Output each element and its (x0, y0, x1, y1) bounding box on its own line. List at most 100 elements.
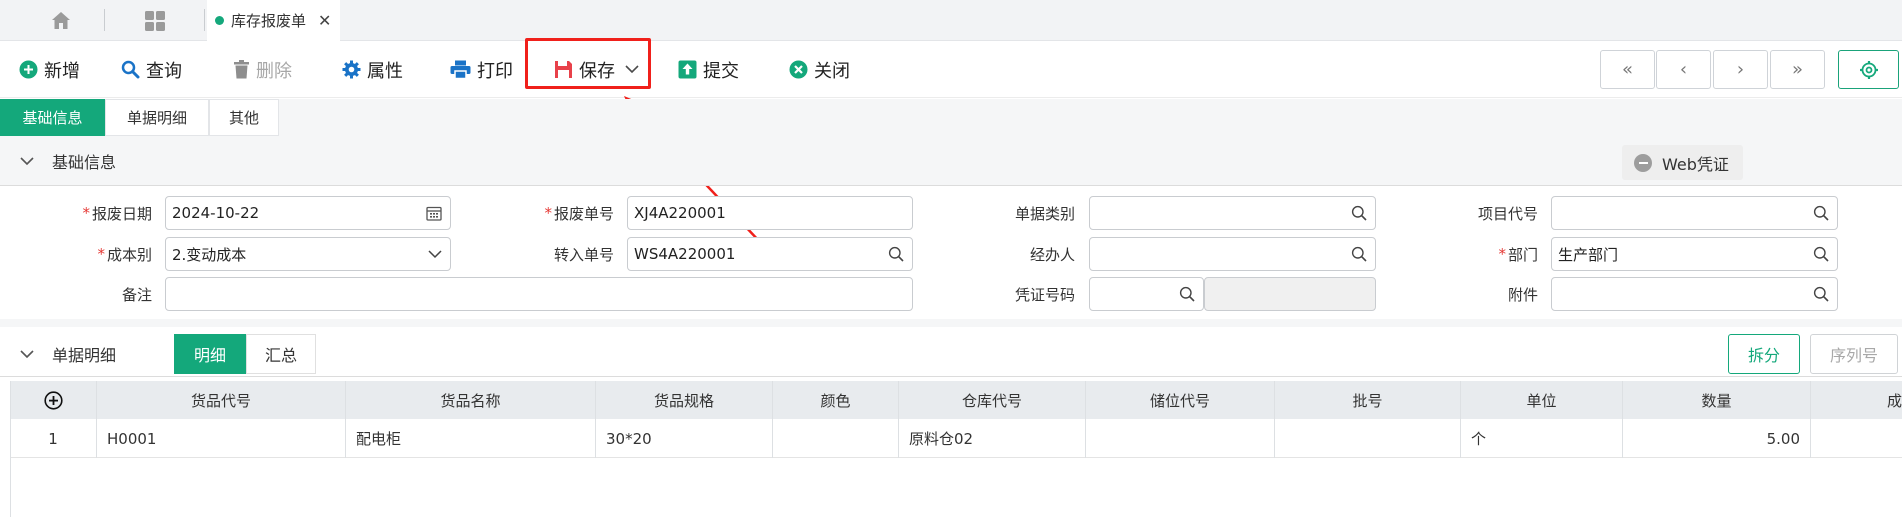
search-icon[interactable] (1179, 286, 1195, 302)
tab-scrap-document[interactable]: 库存报废单 ✕ (207, 0, 340, 41)
attachment-field[interactable] (1551, 277, 1838, 311)
tab-basic-info-label: 基础信息 (22, 109, 83, 127)
tab-document-detail[interactable]: 单据明细 (105, 99, 209, 136)
required-asterisk: * (1498, 245, 1506, 263)
cost-type-select[interactable]: 2.变动成本 (165, 237, 451, 271)
plus-circle-icon (43, 390, 63, 410)
scrap-no-label-text: 报废单号 (553, 204, 614, 223)
close-button[interactable]: 关闭 (789, 41, 850, 98)
project-code-field[interactable] (1551, 196, 1838, 230)
dashboard-tab[interactable] (107, 0, 202, 41)
cost-type-label: * 成本别 (40, 237, 152, 271)
delete-button[interactable]: 删除 (233, 41, 292, 98)
tab-detail-view[interactable]: 明细 (174, 334, 246, 374)
settings-button[interactable] (1838, 50, 1899, 89)
add-row-button[interactable] (10, 381, 97, 419)
summary-view-label: 汇总 (264, 346, 297, 365)
window-tab-strip: 库存报废单 ✕ (0, 0, 1902, 41)
column-header[interactable]: 单位 (1461, 381, 1623, 419)
submit-label: 提交 (703, 60, 739, 82)
search-icon[interactable] (1351, 205, 1367, 221)
home-icon (52, 12, 70, 29)
cell-item-code[interactable]: H0001 (97, 419, 346, 458)
column-header[interactable]: 数量 (1623, 381, 1811, 419)
scrap-no-field[interactable]: XJ4A220001 (627, 196, 913, 230)
active-dot-icon (215, 16, 224, 25)
add-button[interactable]: 新增 (19, 41, 80, 98)
transfer-no-value: WS4A220001 (634, 245, 736, 263)
cell-unit[interactable]: 个 (1461, 419, 1623, 458)
scrap-no-value: XJ4A220001 (634, 204, 726, 222)
dept-field[interactable]: 生产部门 (1551, 237, 1838, 271)
required-asterisk: * (544, 204, 552, 222)
cell-location-code[interactable] (1086, 419, 1275, 458)
serial-number-label: 序列号 (1829, 346, 1878, 365)
attachment-label-text: 附件 (1507, 285, 1538, 304)
handler-field[interactable] (1089, 237, 1376, 271)
chevron-down-icon[interactable] (428, 250, 442, 259)
project-code-label-text: 项目代号 (1477, 204, 1538, 223)
properties-button[interactable]: 属性 (342, 41, 403, 98)
search-icon[interactable] (1813, 286, 1829, 302)
next-record-button[interactable]: › (1713, 50, 1768, 89)
upload-icon (678, 60, 697, 79)
cell-warehouse-code[interactable]: 原料仓02 (899, 419, 1086, 458)
column-header[interactable]: 货品代号 (97, 381, 346, 419)
handler-label: 经办人 (960, 237, 1075, 271)
close-icon[interactable]: ✕ (318, 11, 331, 30)
voucher-readonly-field (1204, 277, 1376, 311)
cell-item-name[interactable]: 配电柜 (346, 419, 596, 458)
project-code-label: 项目代号 (1422, 196, 1538, 230)
transfer-no-label: 转入单号 (500, 237, 614, 271)
column-header[interactable]: 储位代号 (1086, 381, 1275, 419)
chevron-down-icon[interactable] (20, 156, 34, 166)
cell-item-spec[interactable]: 30*20 (596, 419, 773, 458)
divider (0, 185, 1902, 186)
remark-field[interactable] (165, 277, 913, 311)
tab-basic-info[interactable]: 基础信息 (0, 99, 105, 136)
divider (0, 376, 1902, 377)
cell-color[interactable] (773, 419, 899, 458)
column-header[interactable]: 仓库代号 (899, 381, 1086, 419)
scrap-date-value: 2024-10-22 (172, 204, 260, 222)
column-header[interactable]: 成 (1811, 381, 1902, 419)
serial-number-button[interactable]: 序列号 (1810, 334, 1898, 374)
tab-summary-view[interactable]: 汇总 (246, 334, 316, 374)
search-icon[interactable] (888, 246, 904, 262)
cell-batch-no[interactable] (1275, 419, 1461, 458)
column-header[interactable]: 货品规格 (596, 381, 773, 419)
gear-icon (342, 60, 361, 79)
search-icon (121, 60, 140, 79)
doc-type-label-text: 单据类别 (1014, 204, 1075, 223)
tab-other[interactable]: 其他 (209, 99, 279, 136)
chevron-down-icon[interactable] (20, 349, 34, 359)
add-label: 新增 (44, 60, 80, 82)
search-icon[interactable] (1813, 246, 1829, 262)
print-button[interactable]: 打印 (450, 41, 513, 98)
doc-type-field[interactable] (1089, 196, 1376, 230)
cell-cost[interactable] (1811, 419, 1902, 458)
previous-record-button[interactable]: ‹ (1656, 50, 1711, 89)
calendar-icon[interactable] (426, 205, 442, 221)
search-icon[interactable] (1351, 246, 1367, 262)
web-voucher-button[interactable]: Web凭证 (1622, 145, 1743, 180)
scrap-date-label: * 报废日期 (40, 196, 152, 230)
section-title: 单据明细 (52, 346, 117, 365)
search-icon[interactable] (1813, 205, 1829, 221)
last-record-button[interactable]: » (1770, 50, 1825, 89)
home-tab[interactable] (18, 0, 104, 41)
column-header[interactable]: 批号 (1275, 381, 1461, 419)
voucher-no-field[interactable] (1089, 277, 1204, 311)
cost-type-value: 2.变动成本 (172, 245, 247, 264)
cell-quantity[interactable]: 5.00 (1623, 419, 1811, 458)
tab-other-label: 其他 (228, 109, 259, 127)
query-button[interactable]: 查询 (121, 41, 182, 98)
voucher-no-label-text: 凭证号码 (1014, 285, 1075, 304)
split-button[interactable]: 拆分 (1728, 334, 1800, 374)
scrap-date-field[interactable]: 2024-10-22 (165, 196, 451, 230)
transfer-no-field[interactable]: WS4A220001 (627, 237, 913, 271)
column-header[interactable]: 颜色 (773, 381, 899, 419)
first-record-button[interactable]: « (1600, 50, 1655, 89)
table-row[interactable]: 1 H0001 配电柜 30*20 原料仓02 个 5.00 (10, 419, 1902, 458)
column-header[interactable]: 货品名称 (346, 381, 596, 419)
